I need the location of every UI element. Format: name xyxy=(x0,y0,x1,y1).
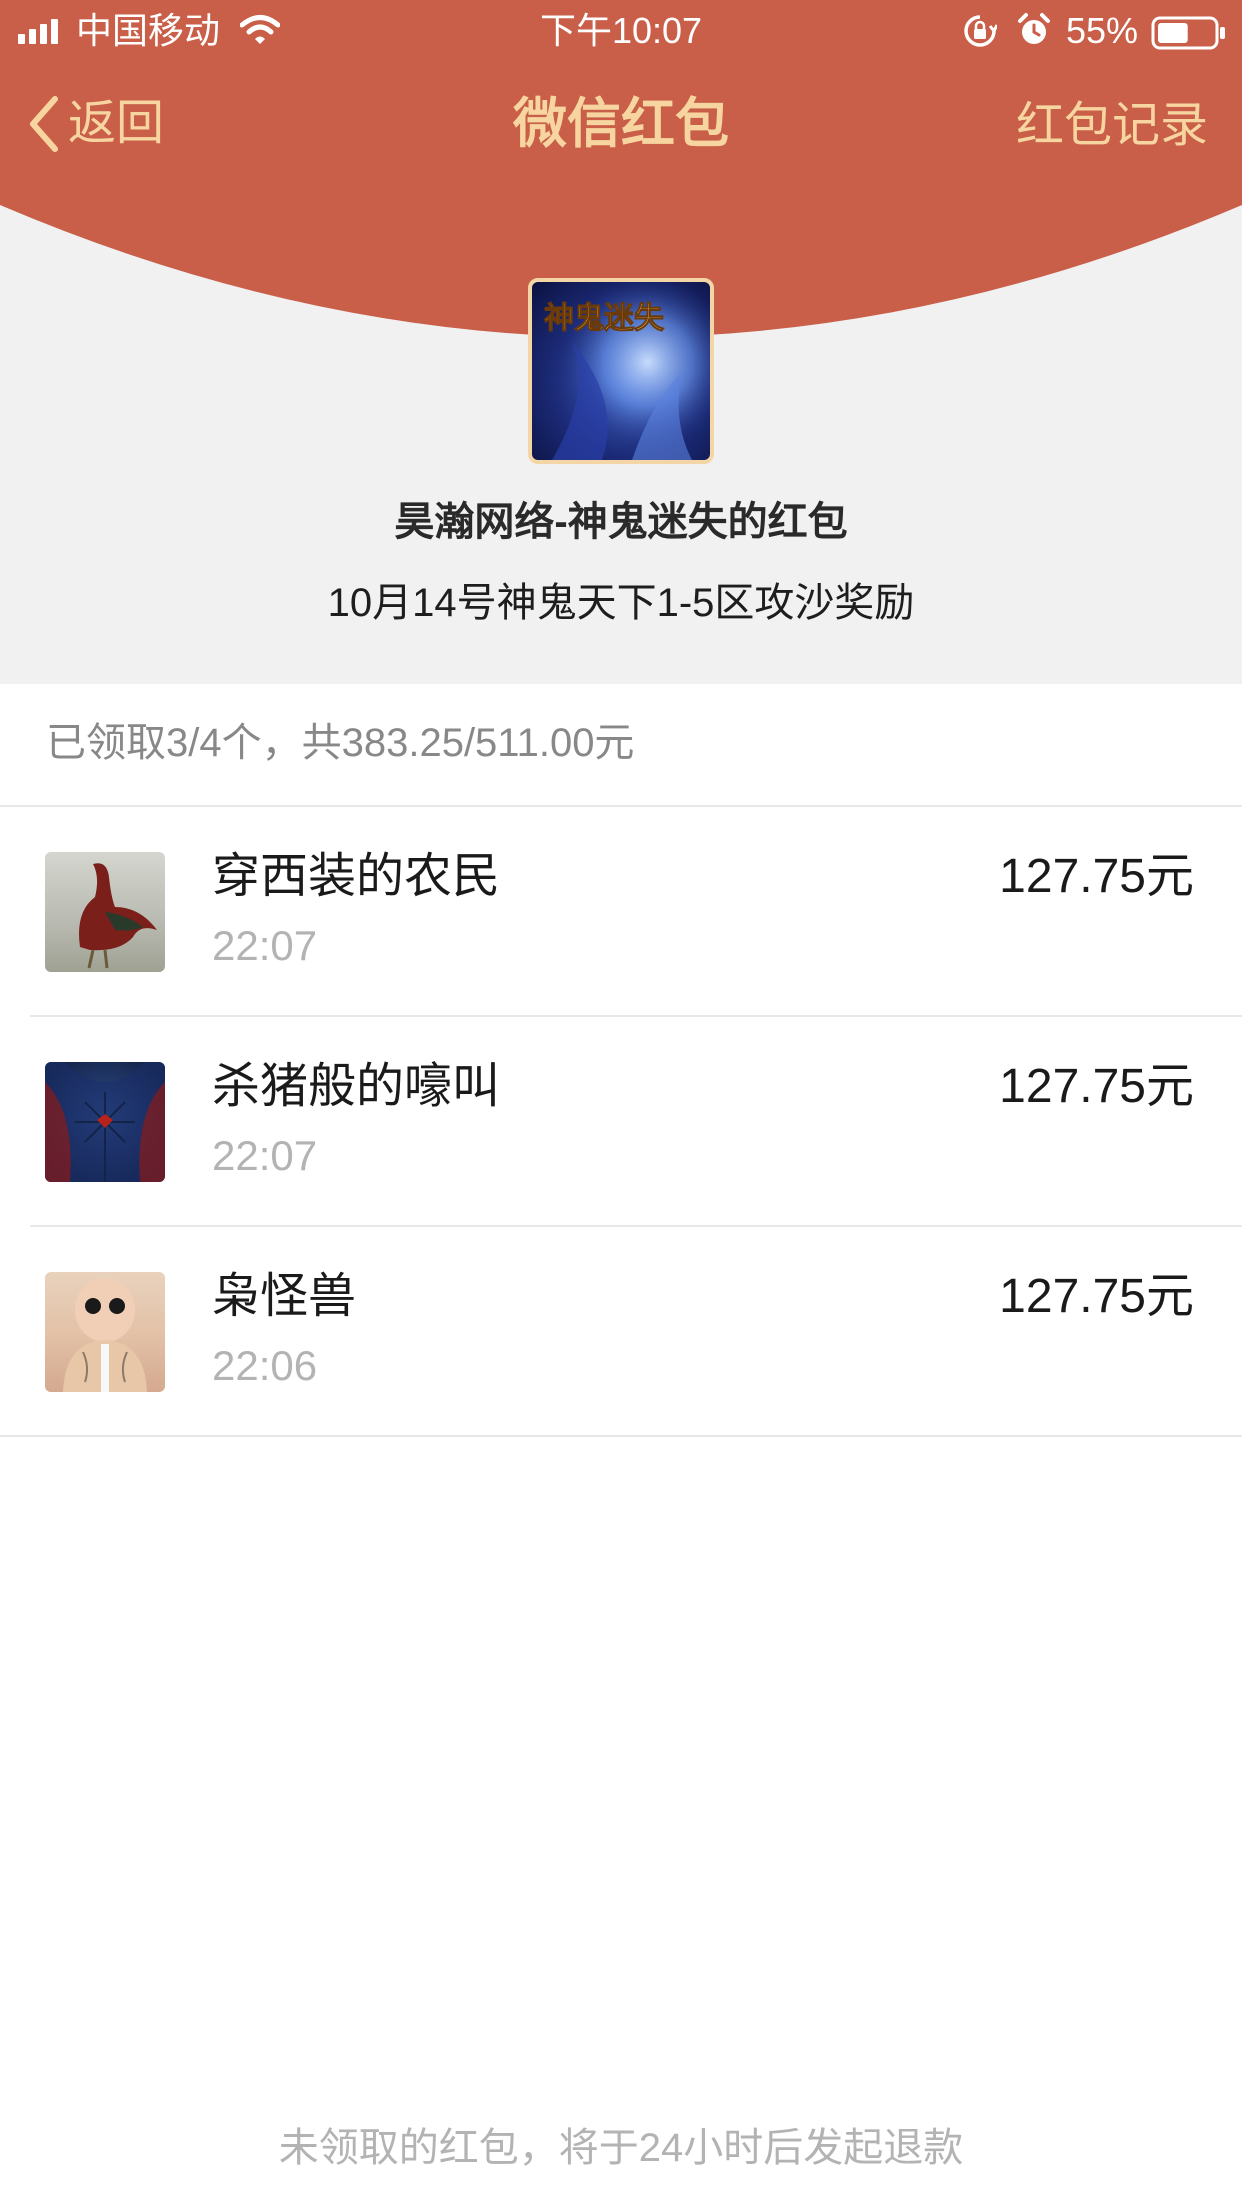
sender-name: 昊瀚网络-神鬼迷失的红包 xyxy=(394,500,848,544)
claim-amount: 127.75元 xyxy=(999,1270,1194,1323)
recipient-row[interactable]: 穿西装的农民 22:07 127.75元 xyxy=(0,807,1242,1017)
sender-avatar: 神鬼迷失 xyxy=(528,278,714,464)
refund-note: 未领取的红包，将于24小时后发起退款 xyxy=(278,2126,964,2170)
claim-amount: 127.75元 xyxy=(999,850,1194,903)
recipient-avatar xyxy=(45,1062,165,1182)
recipient-row[interactable]: 杀猪般的嚎叫 22:07 127.75元 xyxy=(0,1017,1242,1227)
claim-time: 22:06 xyxy=(212,1342,318,1389)
recipient-avatar xyxy=(45,852,165,972)
recipient-name: 杀猪般的嚎叫 xyxy=(212,1060,501,1113)
claim-time: 22:07 xyxy=(212,922,318,969)
recipient-avatar xyxy=(45,1272,165,1392)
row-divider xyxy=(0,1435,1242,1437)
packet-greeting: 10月14号神鬼天下1-5区攻沙奖励 xyxy=(327,581,915,625)
claim-time: 22:07 xyxy=(212,1132,318,1179)
game-logo-text: 神鬼迷失 xyxy=(544,301,665,336)
recipient-row[interactable]: 枭怪兽 22:06 127.75元 xyxy=(0,1227,1242,1437)
recipient-name: 穿西装的农民 xyxy=(212,850,501,903)
status-time: 下午10:07 xyxy=(539,10,703,51)
battery-icon xyxy=(1151,16,1225,50)
alarm-icon xyxy=(1018,13,1050,44)
battery-percent: 55% xyxy=(1066,10,1139,51)
claim-amount: 127.75元 xyxy=(999,1060,1194,1113)
status-bar: 中国移动 下午10:07 55% xyxy=(0,0,1242,62)
recipient-name: 枭怪兽 xyxy=(212,1270,357,1323)
red-packet-records-button[interactable]: 红包记录 xyxy=(1016,96,1208,156)
claim-summary: 已领取3/4个，共383.25/511.00元 xyxy=(46,721,635,765)
rotation-lock-icon xyxy=(964,15,997,47)
